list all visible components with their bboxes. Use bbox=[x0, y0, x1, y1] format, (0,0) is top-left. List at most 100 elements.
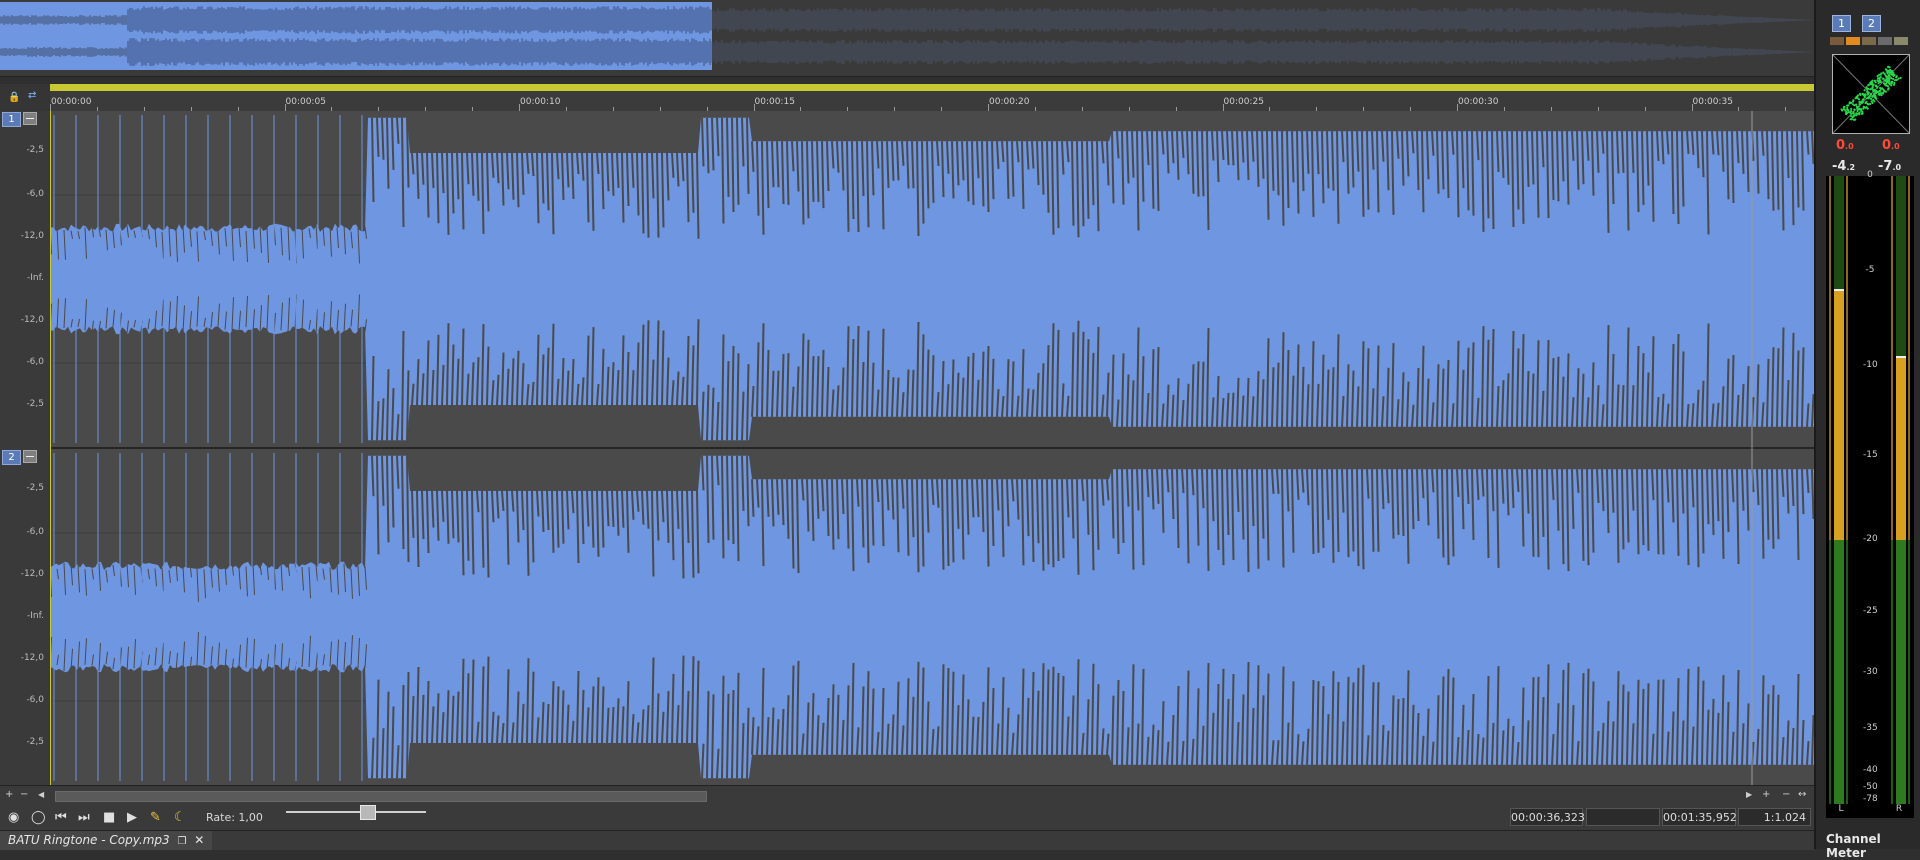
channel-1-button[interactable]: 1 bbox=[1832, 15, 1851, 32]
level-meter: 0 -5 -10 -15 -20 -25 -30 -35 -40 -50 -78 L R bbox=[1826, 170, 1914, 818]
meter-scale-label: -5 bbox=[1865, 265, 1875, 275]
db-label: -12,0 bbox=[20, 231, 44, 241]
ruler-tick-label: 00:00:35 bbox=[1692, 97, 1733, 107]
right-meter-level bbox=[1896, 540, 1906, 804]
zoom-in-icon[interactable]: + bbox=[1762, 789, 1770, 800]
ruler-tick-label: 00:00:20 bbox=[989, 97, 1030, 107]
db-label: -12,0 bbox=[20, 315, 44, 325]
overview-waveform bbox=[0, 2, 1813, 70]
db-label: -Inf. bbox=[27, 611, 44, 621]
db-label: -12,0 bbox=[20, 653, 44, 663]
channel-minimize-button[interactable] bbox=[23, 112, 37, 125]
meter-scale-label: -40 bbox=[1863, 765, 1878, 775]
scroll-left-icon[interactable]: ◀ bbox=[38, 790, 44, 799]
meter-scale-label: -35 bbox=[1863, 723, 1878, 733]
ruler-tick-label: 00:00:25 bbox=[1223, 97, 1264, 107]
left-channel-label: L bbox=[1838, 804, 1844, 814]
lock-icon[interactable]: 🔒 bbox=[8, 92, 20, 103]
float-window-icon[interactable]: ❐ bbox=[177, 836, 186, 847]
zoom-ratio[interactable]: 1:1.024 bbox=[1738, 808, 1811, 826]
channel-1-badge[interactable]: 1 bbox=[2, 112, 21, 127]
db-label: -6,0 bbox=[26, 357, 44, 367]
transport-bar: ◉ ◯ ⏮ ⏭ ■ ▶ ✎ ☾ Rate: 1,00 00:00:36,323 … bbox=[0, 804, 1814, 830]
ruler-corner: 🔒 ⇄ bbox=[0, 84, 50, 111]
loop-icon[interactable]: ◯ bbox=[31, 810, 46, 825]
ruler-tick-label: 00:00:00 bbox=[51, 97, 92, 107]
zoom-out-vertical-icon[interactable]: − bbox=[20, 789, 28, 800]
right-meter-level-hot bbox=[1896, 358, 1906, 540]
db-label: -12,0 bbox=[20, 569, 44, 579]
metronome-icon[interactable]: ☾ bbox=[174, 810, 186, 825]
db-label: -6,0 bbox=[26, 527, 44, 537]
channel-minimize-button[interactable] bbox=[23, 450, 37, 463]
meter-scale-label: -30 bbox=[1863, 667, 1878, 677]
meter-scale-label: -20 bbox=[1863, 534, 1878, 544]
ruler-tick bbox=[753, 104, 755, 111]
channel-2-waveform bbox=[50, 455, 1814, 779]
close-icon[interactable]: ✕ bbox=[194, 833, 204, 847]
zoom-out-icon[interactable]: − bbox=[1782, 789, 1790, 800]
document-tab-bar: BATU Ringtone - Copy.mp3 ❐ ✕ bbox=[0, 830, 1814, 850]
rate-slider-track[interactable] bbox=[286, 811, 426, 813]
zoom-in-vertical-icon[interactable]: + bbox=[5, 789, 13, 800]
rms-left: -4.2 bbox=[1832, 159, 1856, 174]
document-tab-title: BATU Ringtone - Copy.mp3 bbox=[8, 833, 170, 847]
cursor-position[interactable]: 00:00:36,323 bbox=[1510, 808, 1585, 826]
ruler-tick bbox=[50, 104, 51, 111]
left-meter-peak-hold bbox=[1834, 289, 1844, 291]
ruler-tick-label: 00:00:05 bbox=[285, 97, 326, 107]
channel-2-badge[interactable]: 2 bbox=[2, 450, 21, 465]
ruler-tick bbox=[1457, 104, 1458, 111]
channel-meter-panel: 1 2 0.0 0.0 -4.2 -7.0 0 -5 -10 -15 -20 -25 -30… bbox=[1814, 0, 1920, 860]
db-label: -2,5 bbox=[26, 483, 44, 494]
document-tab[interactable]: BATU Ringtone - Copy.mp3 ❐ ✕ bbox=[0, 831, 213, 850]
file-length: 00:01:35,952 bbox=[1662, 808, 1737, 826]
time-ruler[interactable]: 00:00:00 00:00:05 00:00:10 00:00:15 00:00:20… bbox=[50, 84, 1814, 112]
right-meter-peak-hold bbox=[1896, 356, 1906, 358]
selection-length[interactable] bbox=[1586, 808, 1660, 826]
ruler-tick-label: 00:00:30 bbox=[1458, 97, 1499, 107]
horizontal-scrollbar[interactable]: + − ◀ ▶ + − ↔ bbox=[0, 785, 1814, 805]
db-label: -Inf. bbox=[27, 273, 44, 283]
stop-icon[interactable]: ■ bbox=[103, 810, 115, 825]
ruler-tick bbox=[284, 104, 286, 111]
play-icon[interactable]: ▶ bbox=[127, 810, 137, 825]
mini-level-bars bbox=[1830, 37, 1908, 45]
left-meter-level bbox=[1834, 540, 1844, 804]
record-icon[interactable]: ◉ bbox=[8, 810, 19, 825]
panel-title: Channel Meter bbox=[1826, 832, 1881, 860]
meter-scale-label: -50 bbox=[1863, 782, 1878, 792]
rate-label: Rate: 1,00 bbox=[206, 811, 263, 824]
db-label: -6,0 bbox=[26, 189, 44, 199]
db-label: -6,0 bbox=[26, 695, 44, 705]
go-to-end-icon[interactable]: ⏭ bbox=[78, 810, 90, 825]
db-label: -2,5 bbox=[26, 399, 44, 409]
scrollbar-thumb[interactable] bbox=[55, 791, 707, 802]
phase-scope bbox=[1832, 54, 1910, 134]
meter-scale-label: -10 bbox=[1863, 360, 1878, 370]
right-channel-label: R bbox=[1895, 804, 1903, 814]
channel-2-button[interactable]: 2 bbox=[1862, 15, 1881, 32]
zoom-fit-icon[interactable]: ↔ bbox=[1798, 789, 1806, 800]
scroll-right-icon[interactable]: ▶ bbox=[1746, 790, 1752, 799]
meter-scale-label: -78 bbox=[1863, 794, 1878, 804]
ruler-tick bbox=[519, 104, 520, 111]
ruler-tick bbox=[1222, 104, 1224, 111]
scrub-icon[interactable]: ✎ bbox=[150, 810, 161, 825]
go-to-start-icon[interactable]: ⏮ bbox=[55, 810, 67, 825]
waveform bbox=[50, 111, 1814, 785]
snap-icon[interactable]: ⇄ bbox=[28, 90, 36, 101]
db-scale: 1 -2,5 -6,0 -12,0 -Inf. -12,0 -6,0 -2,5 2 -2,5 -6,… bbox=[0, 111, 50, 785]
ruler-tick-label: 00:00:15 bbox=[754, 97, 795, 107]
waveform-editor[interactable] bbox=[50, 111, 1814, 785]
rms-right: -7.0 bbox=[1878, 159, 1902, 174]
ruler-tick-label: 00:00:10 bbox=[520, 97, 561, 107]
ruler-tick bbox=[1691, 104, 1693, 111]
meter-scale-label: -25 bbox=[1863, 606, 1878, 616]
peak-right: 0.0 bbox=[1882, 138, 1900, 153]
meter-scale-label: -15 bbox=[1863, 450, 1878, 460]
rate-slider-thumb[interactable] bbox=[360, 805, 376, 820]
left-meter-level-hot bbox=[1834, 291, 1844, 540]
ruler-loop-bar[interactable] bbox=[50, 84, 1814, 91]
waveform-overview[interactable] bbox=[0, 0, 1814, 77]
